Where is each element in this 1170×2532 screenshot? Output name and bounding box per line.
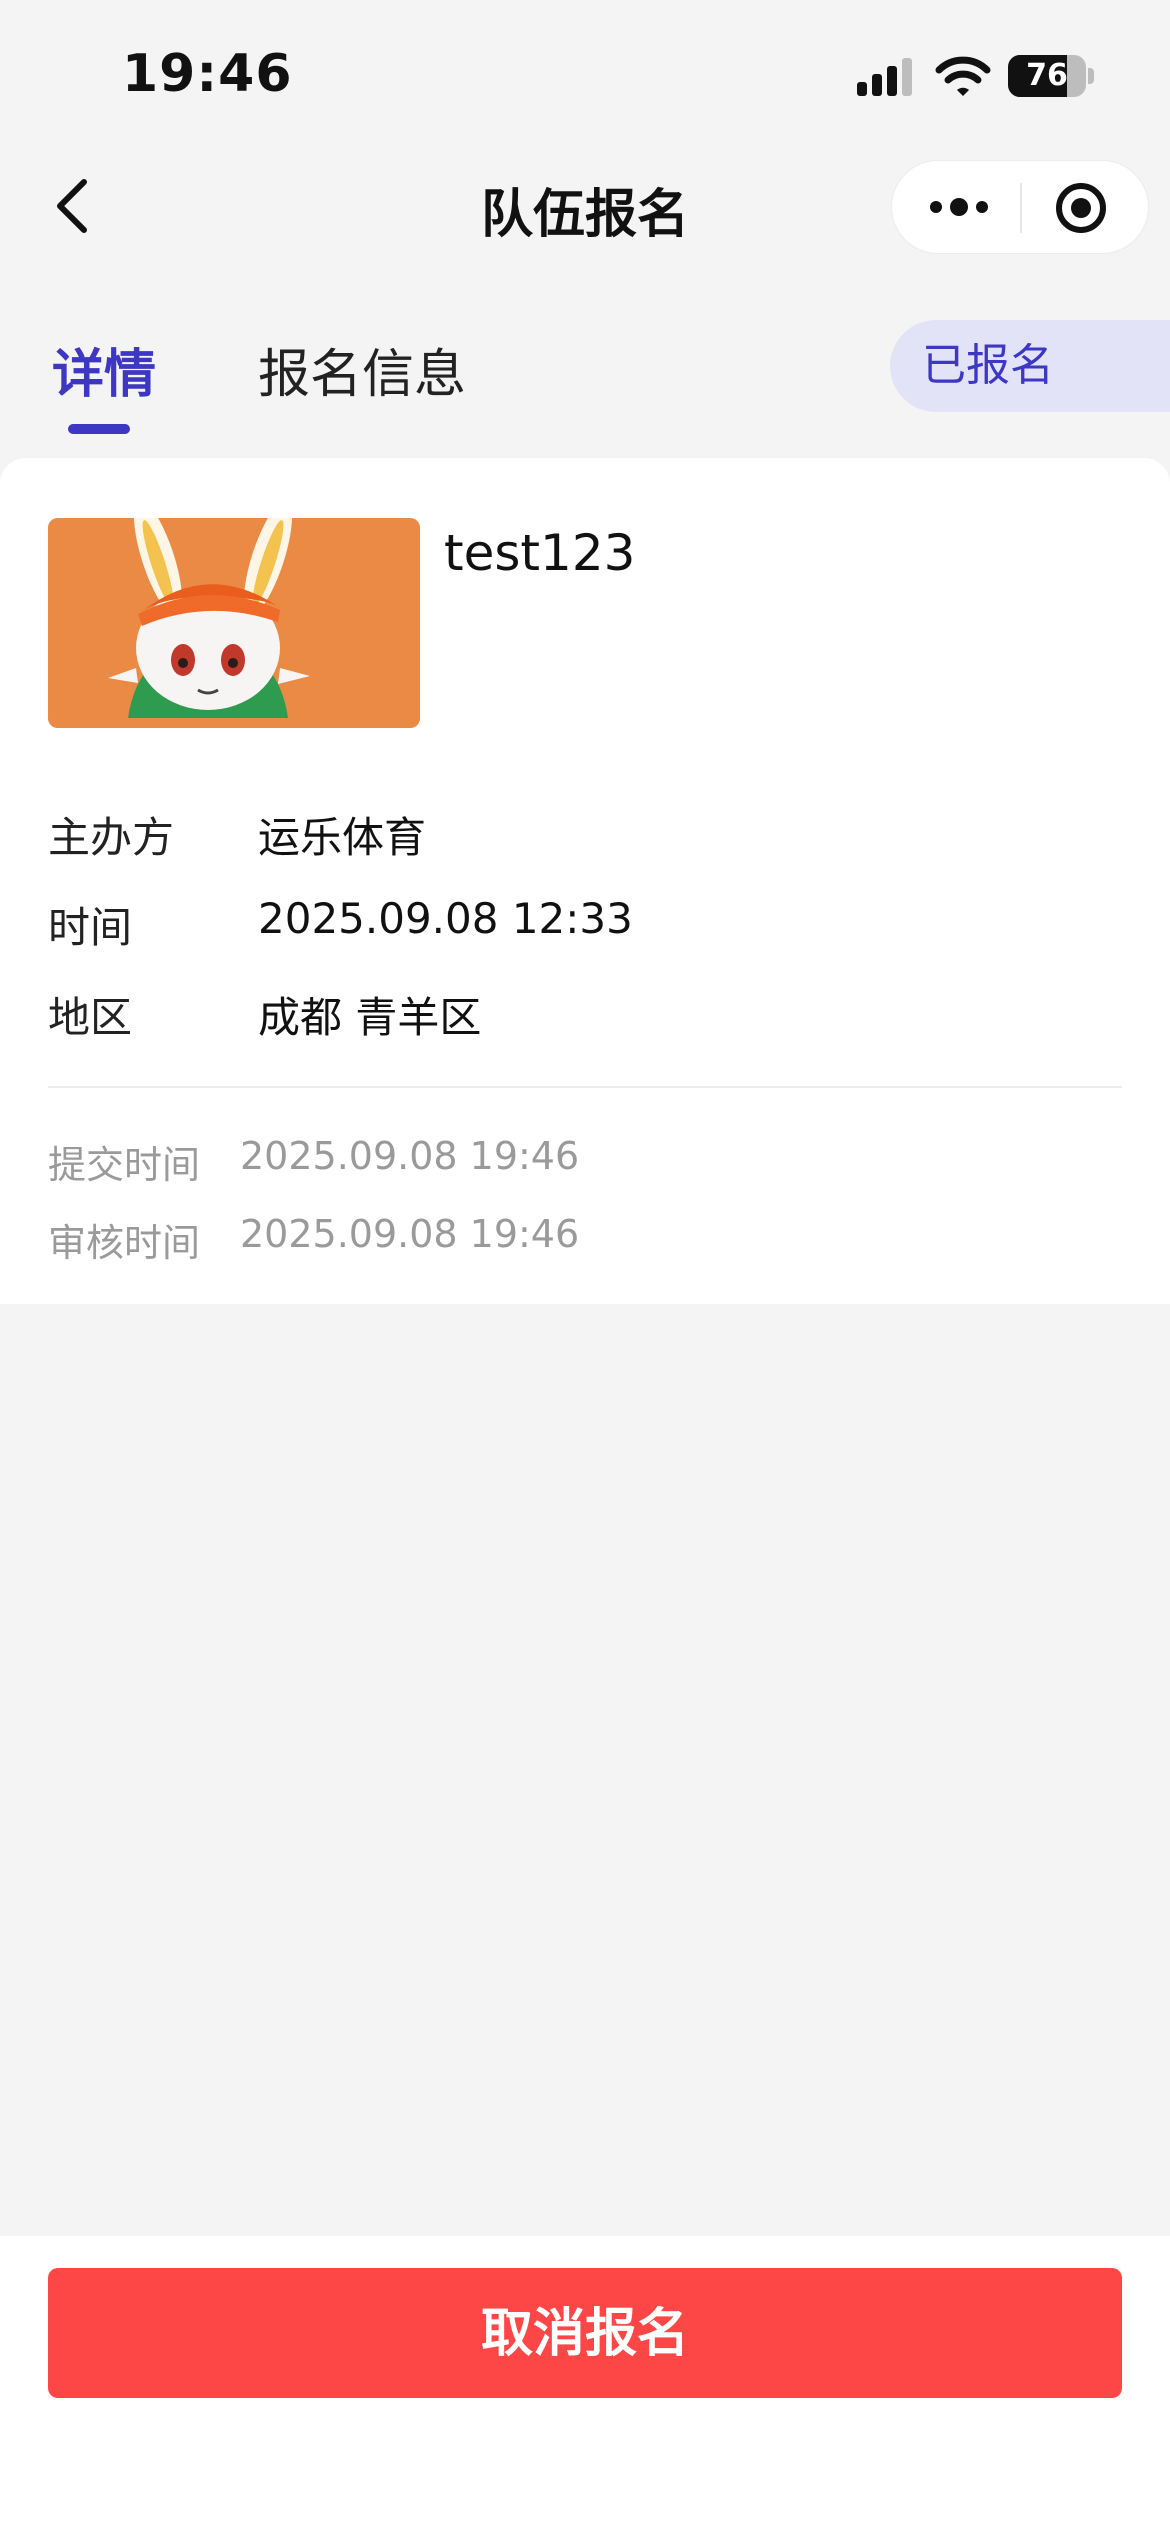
- wifi-icon: [935, 56, 991, 96]
- status-badge-label: 已报名: [922, 340, 1054, 391]
- rabbit-character-illustration: [48, 518, 420, 728]
- time-label: 时间: [48, 903, 133, 952]
- organizer-value: 运乐体育: [258, 813, 427, 862]
- time-value: 2025.09.08 12:33: [258, 894, 633, 943]
- cancel-registration-button[interactable]: 取消报名: [48, 2268, 1122, 2398]
- tab-details[interactable]: 详情: [52, 332, 156, 407]
- submit-time-label: 提交时间: [48, 1143, 201, 1187]
- status-time: 19:46: [122, 44, 293, 104]
- mini-program-capsule: [891, 160, 1149, 254]
- tab-registration-info[interactable]: 报名信息: [258, 332, 466, 407]
- team-cover-image: [48, 518, 420, 728]
- team-name: test123: [444, 524, 636, 582]
- battery-level: 76: [1026, 58, 1068, 93]
- organizer-label: 主办方: [48, 813, 175, 862]
- more-dots-icon[interactable]: [926, 183, 992, 231]
- target-close-icon[interactable]: [1054, 181, 1108, 235]
- tab-active-indicator: [68, 424, 130, 434]
- review-time-value: 2025.09.08 19:46: [240, 1212, 580, 1256]
- submit-time-value: 2025.09.08 19:46: [240, 1134, 580, 1178]
- cellular-signal-icon: [857, 58, 912, 96]
- capsule-divider: [1020, 183, 1022, 233]
- review-time-label: 审核时间: [48, 1221, 201, 1265]
- region-label: 地区: [48, 993, 133, 1042]
- status-badge: 已报名: [890, 320, 1170, 412]
- region-value: 成都 青羊区: [258, 993, 482, 1042]
- divider: [48, 1086, 1122, 1088]
- battery-icon: 76: [1008, 55, 1094, 97]
